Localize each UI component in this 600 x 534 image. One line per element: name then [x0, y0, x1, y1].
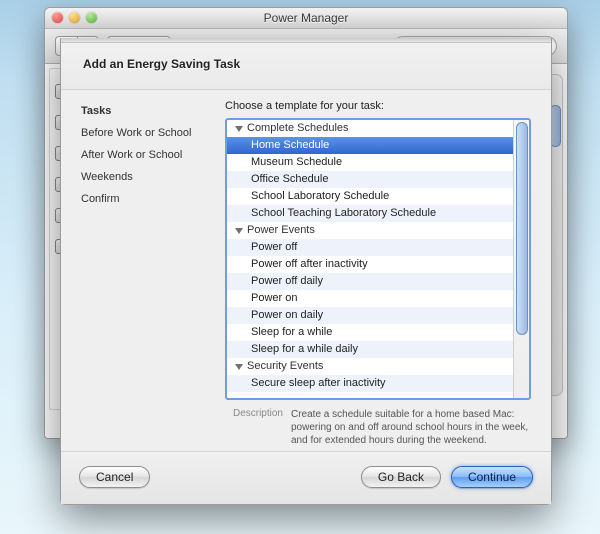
template-group[interactable]: Complete Schedules — [227, 120, 513, 137]
disclosure-triangle-icon[interactable] — [235, 364, 243, 370]
wizard-step[interactable]: After Work or School — [81, 144, 209, 166]
template-group[interactable]: Power Events — [227, 222, 513, 239]
description-text: Create a schedule suitable for a home ba… — [291, 408, 531, 447]
template-item[interactable]: Office Schedule — [227, 171, 513, 188]
disclosure-triangle-icon[interactable] — [235, 228, 243, 234]
window-titlebar[interactable]: Power Manager — [45, 8, 567, 29]
template-group[interactable]: Security Events — [227, 358, 513, 375]
description-label: Description — [225, 408, 283, 447]
template-item[interactable]: Museum Schedule — [227, 154, 513, 171]
template-item-label: Home Schedule — [251, 137, 329, 154]
disclosure-triangle-icon[interactable] — [235, 126, 243, 132]
template-item-label: Power off after inactivity — [251, 256, 368, 273]
close-icon[interactable] — [52, 12, 63, 23]
template-item[interactable]: Power on — [227, 290, 513, 307]
template-item[interactable]: Sleep for a while — [227, 324, 513, 341]
description-row: Description Create a schedule suitable f… — [225, 400, 531, 447]
window-title: Power Manager — [45, 11, 567, 25]
template-item[interactable]: Secure sleep after inactivity — [227, 375, 513, 392]
template-item[interactable]: Home Schedule — [227, 137, 513, 154]
steps-heading: Tasks — [81, 100, 209, 122]
template-item-label: Sleep for a while daily — [251, 341, 358, 358]
list-scrollbar[interactable] — [513, 120, 529, 398]
task-sheet: Add an Energy Saving Task Tasks Before W… — [60, 38, 552, 505]
sheet-title: Add an Energy Saving Task — [61, 43, 551, 90]
template-item-label: Office Schedule — [251, 171, 328, 188]
template-item-label: School Teaching Laboratory Schedule — [251, 205, 436, 222]
template-item[interactable]: School Teaching Laboratory Schedule — [227, 205, 513, 222]
wizard-step[interactable]: Before Work or School — [81, 122, 209, 144]
template-listbox[interactable]: Complete SchedulesHome ScheduleMuseum Sc… — [225, 118, 531, 400]
traffic-lights — [52, 12, 97, 23]
minimize-icon[interactable] — [69, 12, 80, 23]
template-item-label: Secure sleep after inactivity — [251, 375, 386, 392]
template-item-label: Power on daily — [251, 307, 323, 324]
template-item[interactable]: Power off after inactivity — [227, 256, 513, 273]
template-item-label: Sleep for a while — [251, 324, 332, 341]
template-item[interactable]: School Laboratory Schedule — [227, 188, 513, 205]
wizard-step[interactable]: Confirm — [81, 188, 209, 210]
template-item-label: Museum Schedule — [251, 154, 342, 171]
template-group-label: Power Events — [247, 222, 315, 239]
list-scrollbar-thumb[interactable] — [516, 122, 528, 335]
template-group-label: Complete Schedules — [247, 120, 349, 137]
zoom-icon[interactable] — [86, 12, 97, 23]
template-item-label: Power on — [251, 290, 297, 307]
template-item[interactable]: Sleep for a while daily — [227, 341, 513, 358]
template-item[interactable]: Power off — [227, 239, 513, 256]
template-item[interactable]: Power on daily — [227, 307, 513, 324]
list-label: Choose a template for your task: — [225, 100, 531, 112]
template-item-label: Power off daily — [251, 273, 323, 290]
template-item-label: School Laboratory Schedule — [251, 188, 389, 205]
wizard-steps: Tasks Before Work or School After Work o… — [81, 100, 209, 447]
sheet-buttons: Cancel Go Back Continue — [61, 451, 551, 504]
continue-button[interactable]: Continue — [451, 466, 533, 488]
wizard-step[interactable]: Weekends — [81, 166, 209, 188]
cancel-button[interactable]: Cancel — [79, 466, 150, 488]
template-item[interactable]: Power off daily — [227, 273, 513, 290]
template-group-label: Security Events — [247, 358, 323, 375]
template-item-label: Power off — [251, 239, 297, 256]
go-back-button[interactable]: Go Back — [361, 466, 441, 488]
